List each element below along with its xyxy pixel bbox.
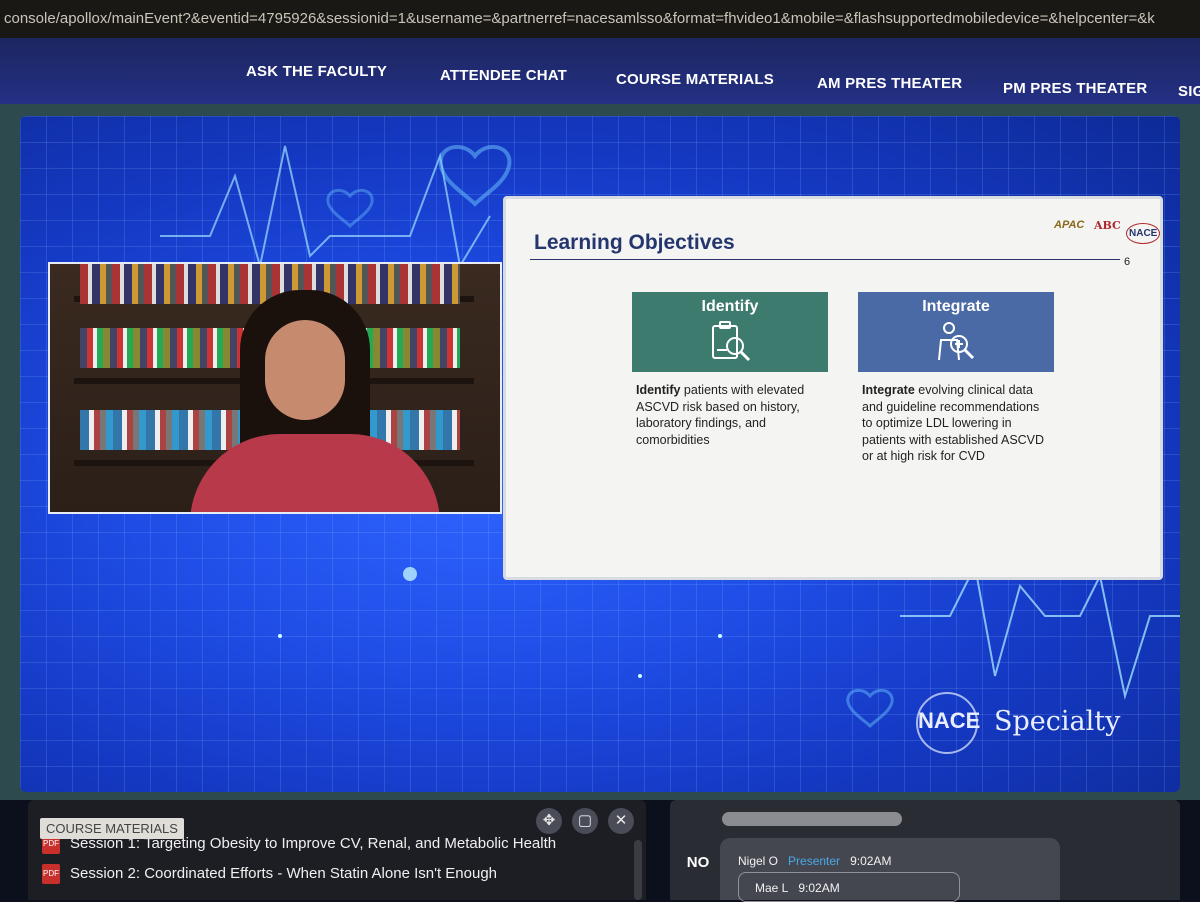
presentation-stage: APAC ABC NACE Learning Objectives 6 Iden… — [20, 116, 1180, 792]
abc-logo: ABC — [1094, 219, 1121, 232]
nav-pm-pres-theater[interactable]: PM PRES THEATER — [1003, 80, 1147, 97]
slide-page-number: 6 — [1124, 256, 1131, 268]
chat-message: Nigel O Presenter 9:02AM Mae L 9:02AM — [720, 838, 1060, 902]
nav-attendee-chat[interactable]: ATTENDEE CHAT — [440, 67, 567, 84]
objective-bold: Identify — [636, 383, 681, 397]
nace-logo: NACE — [1126, 223, 1161, 244]
move-icon[interactable]: ✥ — [536, 808, 562, 834]
objective-card-integrate-text: Integrate evolving clinical data and gui… — [858, 376, 1054, 536]
objective-card-identify-header: Identify — [632, 292, 828, 372]
objective-card-integrate-header: Integrate — [858, 292, 1054, 372]
person-magnifier-icon — [938, 322, 975, 361]
chat-time: 9:02AM — [798, 881, 840, 895]
nav-course-materials[interactable]: COURSE MATERIALS — [616, 71, 774, 88]
nav-sign[interactable]: SIG — [1178, 83, 1200, 100]
presenter-face — [265, 320, 345, 420]
slide-title: Learning Objectives — [534, 231, 735, 254]
slide-title-rule — [530, 259, 1120, 260]
chat-time: 9:02AM — [850, 854, 892, 868]
sponsor-logos: APAC ABC NACE — [1054, 217, 1161, 244]
nav-am-pres-theater[interactable]: AM PRES THEATER — [817, 75, 962, 92]
objective-card-heading: Identify — [701, 298, 759, 315]
top-navigation: ASK THE FACULTY ATTENDEE CHAT COURSE MAT… — [0, 38, 1200, 104]
maximize-icon[interactable]: ▢ — [572, 808, 598, 834]
close-icon[interactable]: ✕ — [608, 808, 634, 834]
brand-specialty-text: Specialty — [994, 706, 1121, 737]
chat-user: Mae L — [755, 881, 789, 895]
chat-role: Presenter — [788, 854, 841, 868]
objective-card-identify-text: Identify patients with elevated ASCVD ri… — [632, 376, 828, 536]
browser-url-bar[interactable]: console/apollox/mainEvent?&eventid=47959… — [0, 0, 1200, 38]
user-avatar-badge: NO — [686, 854, 710, 871]
apac-logo: APAC — [1054, 219, 1085, 231]
chat-reply-header: Mae L 9:02AM — [755, 881, 840, 895]
chat-panel: NO Nigel O Presenter 9:02AM Mae L 9:02AM — [670, 800, 1180, 902]
objective-bold: Integrate — [862, 383, 915, 397]
presenter-video[interactable] — [48, 262, 502, 514]
session-link-2[interactable]: PDF Session 2: Coordinated Efforts - When… — [42, 864, 497, 884]
nav-ask-the-faculty[interactable]: ASK THE FACULTY — [246, 63, 387, 80]
session-title: Session 2: Coordinated Efforts - When St… — [70, 864, 498, 882]
panel-scrollbar[interactable] — [634, 840, 642, 900]
clipboard-magnifier-icon — [712, 321, 751, 362]
chat-message-header: Nigel O Presenter 9:02AM — [738, 854, 891, 868]
chat-drag-handle[interactable] — [722, 812, 902, 826]
slide: APAC ABC NACE Learning Objectives 6 Iden… — [503, 196, 1163, 580]
course-materials-tag: COURSE MATERIALS — [40, 818, 184, 839]
chat-user: Nigel O — [738, 854, 779, 868]
chat-reply: Mae L 9:02AM — [738, 872, 960, 902]
course-materials-panel: PDF Session 1: Targeting Obesity to Impro… — [28, 800, 646, 900]
objective-card-heading: Integrate — [922, 298, 990, 315]
brand-nace-text: NACE — [918, 708, 981, 733]
pdf-icon: PDF — [42, 864, 60, 884]
